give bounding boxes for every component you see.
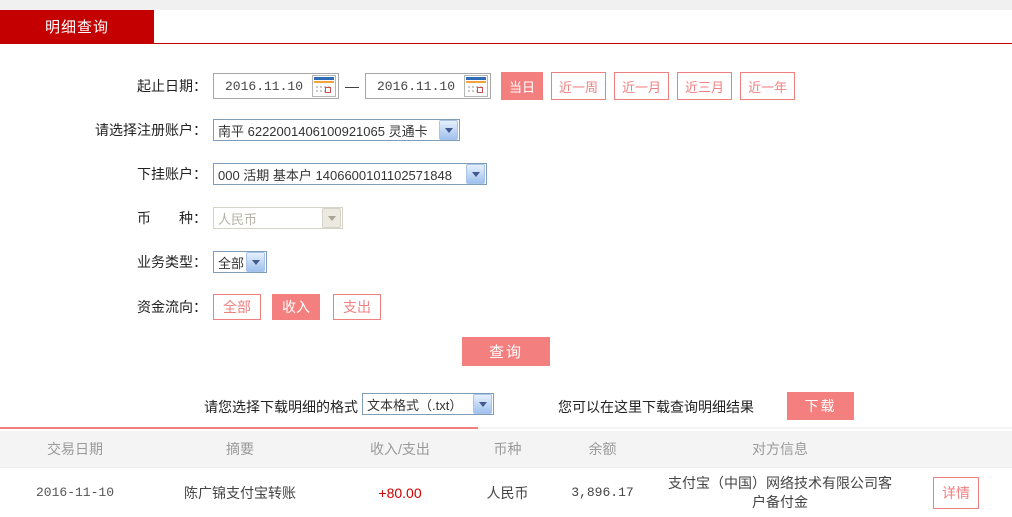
date-end-value: 2016.11.10 bbox=[376, 78, 455, 94]
download-format-label: 请您选择下载明细的格式 bbox=[204, 399, 358, 415]
cell-action: 详情 bbox=[900, 476, 1012, 509]
header-income-expense: 收入/支出 bbox=[370, 441, 430, 457]
header-balance: 余额 bbox=[588, 441, 617, 457]
register-account-label: 请选择注册账户： bbox=[95, 122, 207, 138]
chevron-down-icon bbox=[466, 164, 485, 184]
quick-range-week-button[interactable]: 近一周 bbox=[551, 72, 607, 100]
download-format-value: 文本格式（.txt） bbox=[367, 397, 463, 413]
business-type-value: 全部 bbox=[218, 255, 245, 271]
quick-range-month-button[interactable]: 近一月 bbox=[614, 72, 670, 100]
calendar-icon[interactable] bbox=[464, 75, 488, 97]
header-currency: 币种 bbox=[493, 441, 522, 457]
detail-query-page: 明细查询 起止日期： 2016.11.10 — 2016.11.10 当日 近一… bbox=[0, 0, 1012, 517]
panel-bottom-divider-right bbox=[478, 427, 1012, 429]
cell-trade-date: 2016-11-10 bbox=[35, 485, 114, 500]
header-summary: 摘要 bbox=[226, 441, 254, 457]
currency-select: 人民币 bbox=[213, 207, 343, 229]
fund-flow-label: 资金流向： bbox=[137, 299, 207, 315]
sub-account-value: 000 活期 基本户 1406600101102571848 bbox=[218, 167, 452, 183]
header-counterparty: 对方信息 bbox=[752, 441, 808, 457]
currency-label: 币 种： bbox=[137, 210, 207, 226]
chevron-down-icon bbox=[246, 252, 265, 272]
query-button[interactable]: 查询 bbox=[462, 337, 550, 366]
currency-value: 人民币 bbox=[218, 211, 258, 227]
quick-range-quarter-button[interactable]: 近三月 bbox=[677, 72, 733, 100]
download-format-select[interactable]: 文本格式（.txt） bbox=[362, 393, 494, 415]
cell-counterparty: 支付宝（中国）网络技术有限公司客户备付金 bbox=[668, 474, 892, 510]
tab-detail-query[interactable]: 明细查询 bbox=[0, 10, 154, 43]
table-header: 交易日期 摘要 收入/支出 币种 余额 对方信息 bbox=[0, 431, 1012, 468]
cell-summary: 陈广锦支付宝转账 bbox=[184, 484, 296, 501]
cell-amount: +80.00 bbox=[378, 484, 422, 501]
cell-balance: 3,896.17 bbox=[571, 485, 634, 500]
register-account-value: 南平 6222001406100921065 灵通卡 bbox=[218, 123, 428, 139]
sub-account-label: 下挂账户： bbox=[137, 166, 207, 182]
tab-title: 明细查询 bbox=[44, 19, 109, 36]
fund-flow-income-button[interactable]: 收入 bbox=[272, 294, 320, 320]
register-account-select[interactable]: 南平 6222001406100921065 灵通卡 bbox=[213, 119, 460, 141]
sub-account-select[interactable]: 000 活期 基本户 1406600101102571848 bbox=[213, 163, 487, 185]
date-range-separator: — bbox=[345, 78, 359, 94]
fund-flow-all-button[interactable]: 全部 bbox=[213, 294, 261, 320]
detail-button[interactable]: 详情 bbox=[933, 476, 979, 509]
business-type-select[interactable]: 全部 bbox=[213, 251, 267, 273]
cell-currency: 人民币 bbox=[486, 484, 529, 501]
date-end-input[interactable]: 2016.11.10 bbox=[365, 73, 491, 99]
table-row: 2016-11-10 陈广锦支付宝转账 +80.00 人民币 3,896.17 … bbox=[0, 468, 1012, 517]
quick-range-today-button[interactable]: 当日 bbox=[501, 72, 544, 100]
date-range-label: 起止日期： bbox=[137, 78, 207, 94]
top-strip bbox=[0, 0, 1012, 10]
download-hint: 您可以在这里下载查询明细结果 bbox=[558, 399, 754, 415]
date-start-input[interactable]: 2016.11.10 bbox=[213, 73, 339, 99]
header-trade-date: 交易日期 bbox=[47, 441, 103, 457]
chevron-down-icon bbox=[322, 208, 341, 228]
chevron-down-icon bbox=[439, 120, 458, 140]
date-start-value: 2016.11.10 bbox=[224, 78, 303, 94]
tab-underline bbox=[0, 43, 1012, 44]
calendar-icon[interactable] bbox=[312, 75, 336, 97]
quick-range-year-button[interactable]: 近一年 bbox=[740, 72, 796, 100]
download-button[interactable]: 下载 bbox=[787, 392, 854, 420]
chevron-down-icon bbox=[473, 394, 492, 414]
panel-bottom-divider bbox=[0, 427, 478, 429]
fund-flow-expense-button[interactable]: 支出 bbox=[333, 294, 381, 320]
business-type-label: 业务类型： bbox=[137, 254, 207, 270]
